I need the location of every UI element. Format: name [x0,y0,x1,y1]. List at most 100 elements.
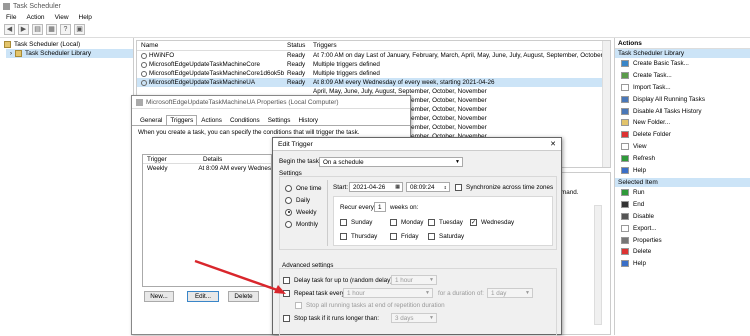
action-item[interactable]: Import Task... [615,82,750,94]
action-item[interactable]: End [615,199,750,211]
triggers-table: Trigger Details Weekly At 8:09 AM every … [142,154,272,287]
column-details[interactable]: Details [201,156,222,163]
action-pane-icon[interactable]: ▣ [74,24,85,35]
stop-running-checkbox[interactable]: Stop all running tasks at end of repetit… [295,299,445,311]
start-time-input[interactable]: 08:09:24 ⇕ [406,182,450,192]
tree-root-label: Task Scheduler (Local) [14,41,81,48]
repeat-select[interactable]: 1 hour ▼ [343,288,433,298]
radio-daily[interactable]: Daily [285,194,322,206]
action-item[interactable]: Refresh [615,152,750,164]
expand-icon[interactable]: › [10,51,12,57]
show-hide-tree-icon[interactable]: ▤ [32,24,43,35]
radio-weekly[interactable]: Weekly [285,206,322,218]
delay-select[interactable]: 1 hour ▼ [391,275,437,285]
action-item[interactable]: Create Task... [615,70,750,82]
running-tasks-icon [621,95,629,103]
task-clock-icon [141,79,147,86]
stop-longer-select[interactable]: 3 days ▼ [391,313,437,323]
weekday-checkbox-thursday[interactable]: Thursday [340,230,377,242]
action-item[interactable]: Display All Running Tasks [615,93,750,105]
action-item[interactable]: New Folder... [615,117,750,129]
close-icon[interactable]: ✕ [550,140,556,148]
end-icon [621,201,629,209]
weekday-checkbox-tuesday[interactable]: Tuesday [428,216,463,228]
menu-file[interactable]: File [6,14,16,21]
checkbox-box [455,183,462,191]
weekday-checkbox-sunday[interactable]: Sunday [340,216,372,228]
tab-triggers[interactable]: Triggers [166,115,198,125]
task-list-scrollbar[interactable] [602,41,610,167]
action-item[interactable]: Help [615,164,750,176]
menu-view[interactable]: View [55,14,69,21]
action-label: Run [633,189,645,197]
create-task-icon [621,72,629,80]
edit-trigger-button[interactable]: Edit... [187,291,219,302]
tree-item-root[interactable]: Task Scheduler (Local) [0,40,133,49]
help-toolbar-icon[interactable]: ? [60,24,71,35]
stop-longer-checkbox[interactable]: Stop task if it runs longer than: [283,312,379,324]
table-row[interactable]: MicrosoftEdgeUpdateTaskMachineUA Ready At … [137,78,610,87]
chevron-down-icon: ▼ [525,290,530,296]
action-item[interactable]: Delete [615,246,750,258]
import-icon [621,83,629,91]
run-icon [621,189,629,197]
start-date-picker[interactable]: 2021-04-26 ▦ [349,182,403,192]
back-icon[interactable]: ◀ [4,24,15,35]
action-item[interactable]: Properties [615,234,750,246]
repeat-checkbox[interactable]: Repeat task every: [283,287,347,299]
history-icon [621,107,629,115]
sync-timezones-checkbox[interactable]: Synchronize across time zones [455,181,553,193]
action-label: Disable [633,212,654,220]
column-triggers[interactable]: Triggers [311,42,610,49]
tab-conditions[interactable]: Conditions [226,115,264,125]
action-item[interactable]: Create Basic Task... [615,58,750,70]
action-item[interactable]: Export... [615,222,750,234]
table-row[interactable]: MicrosoftEdgeUpdateTaskMachineCore1d6ok5… [137,69,610,78]
chevron-down-icon: ▼ [429,315,434,321]
duration-select[interactable]: 1 day ▼ [487,288,533,298]
action-label: Properties [633,236,662,244]
action-item[interactable]: Disable [615,211,750,223]
menu-action[interactable]: Action [26,14,44,21]
table-row[interactable]: HWiNFO Ready At 7:00 AM on day Last of Jan… [137,51,610,60]
stop-running-label: Stop all running tasks at end of repetit… [306,301,445,309]
list-view-icon[interactable]: ▦ [46,24,57,35]
new-trigger-button[interactable]: New... [144,291,174,302]
action-label: Create Task... [633,72,672,80]
chevron-down-icon: ▼ [429,277,434,283]
checkbox-box [340,232,347,240]
weekday-checkbox-friday[interactable]: Friday [390,230,419,242]
tab-general[interactable]: General [136,115,166,125]
delete-trigger-button[interactable]: Delete [228,291,259,302]
tree-item-library[interactable]: › Task Scheduler Library [6,49,133,58]
action-item[interactable]: Delete Folder [615,129,750,141]
action-label: Export... [633,224,657,232]
radio-monthly[interactable]: Monthly [285,218,322,230]
tab-settings[interactable]: Settings [264,115,295,125]
recur-input[interactable]: 1 [374,202,386,212]
action-label: Delete [633,248,652,256]
actions-group-selected[interactable]: Selected Item [615,177,750,187]
menu-help[interactable]: Help [79,14,92,21]
tab-history[interactable]: History [294,115,322,125]
radio-one-time[interactable]: One time [285,182,322,194]
delay-checkbox[interactable]: Delay task for up to (random delay): [283,274,394,286]
column-trigger[interactable]: Trigger [143,156,201,163]
triggers-table-header: Trigger Details [143,155,271,164]
tab-actions[interactable]: Actions [197,115,226,125]
action-item[interactable]: Help [615,258,750,270]
weekday-checkbox-saturday[interactable]: Saturday [428,230,464,242]
table-row[interactable]: MicrosoftEdgeUpdateTaskMachineCore Ready M… [137,60,610,69]
column-name[interactable]: Name [137,42,284,49]
details-scrollbar[interactable] [594,205,602,325]
actions-group-library[interactable]: Task Scheduler Library [615,49,750,58]
forward-icon[interactable]: ▶ [18,24,29,35]
trigger-row[interactable]: Weekly At 8:09 AM every Wednes [143,164,271,173]
weekday-checkbox-monday[interactable]: Monday [390,216,423,228]
weekday-checkbox-wednesday[interactable]: ✓ Wednesday [470,216,514,228]
begin-task-select[interactable]: On a schedule ▼ [319,157,463,167]
action-item[interactable]: View [615,141,750,153]
action-item[interactable]: Run [615,187,750,199]
action-item[interactable]: Disable All Tasks History [615,105,750,117]
column-status[interactable]: Status [284,42,311,49]
